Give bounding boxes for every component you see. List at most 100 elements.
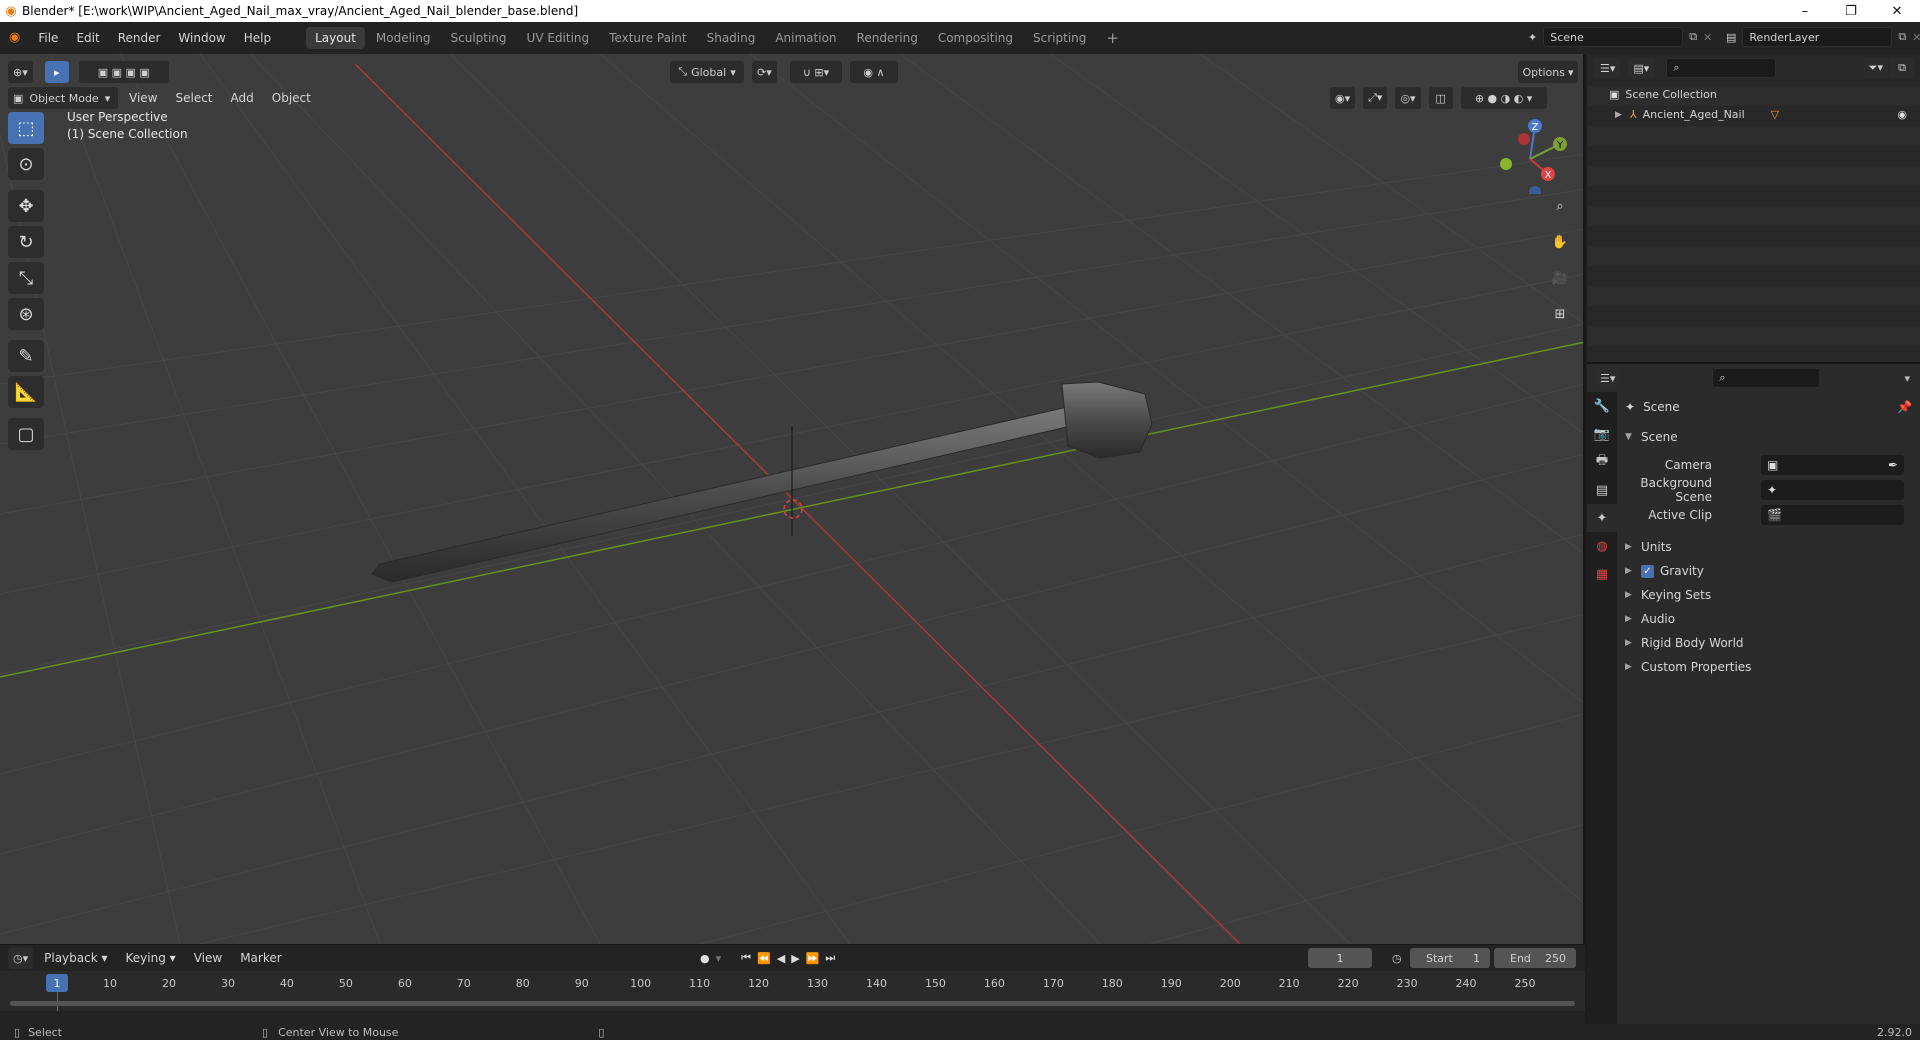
timeline-menu-playback[interactable]: Playback ▾	[35, 947, 116, 969]
ortho-grid-icon[interactable]: ⊞	[1548, 302, 1572, 326]
measure-tool-icon[interactable]: 📐	[8, 376, 44, 408]
world-tab-icon[interactable]: ◍	[1587, 532, 1617, 560]
next-keyframe-icon[interactable]: ⏩	[806, 952, 820, 965]
gizmo-toggle-icon[interactable]: ⤢▾	[1363, 87, 1388, 109]
editor-type-icon[interactable]: ⊕▾	[8, 61, 33, 83]
add-workspace-button[interactable]: +	[1097, 27, 1128, 49]
options-dropdown[interactable]: Options ▾	[1518, 61, 1578, 83]
blender-menu-icon[interactable]: ◉	[0, 27, 29, 49]
select-box-icon[interactable]: ▸	[44, 61, 69, 83]
panel-scene-header[interactable]: ▼ Scene	[1625, 426, 1912, 448]
maximize-button[interactable]: ❐	[1828, 0, 1874, 22]
camera-view-icon[interactable]: 🎥	[1548, 266, 1572, 290]
panel-rigid-body-world[interactable]: ▶ Rigid Body World	[1625, 632, 1912, 654]
move-tool-icon[interactable]: ✥	[8, 190, 44, 222]
pin-icon[interactable]: 📌	[1897, 400, 1912, 414]
pan-hand-icon[interactable]: ✋	[1548, 230, 1572, 254]
eyedropper-icon[interactable]: ✒	[1888, 458, 1898, 472]
cursor-tool-icon[interactable]: ⊙	[8, 148, 44, 180]
annotate-tool-icon[interactable]: ✎	[8, 340, 44, 372]
tab-shading[interactable]: Shading	[698, 27, 765, 49]
outliner-scene-collection[interactable]: ▣ Scene Collection	[1609, 88, 1717, 101]
tab-scripting[interactable]: Scripting	[1024, 27, 1095, 49]
xray-icon[interactable]: ◫	[1428, 87, 1453, 109]
properties-editor-type-icon[interactable]: ☰▾	[1595, 367, 1621, 389]
transform-tool-icon[interactable]: ⊛	[8, 298, 44, 330]
close-button[interactable]: ✕	[1874, 0, 1920, 22]
menu-edit[interactable]: Edit	[67, 27, 108, 49]
display-mode-icon[interactable]: ▤▾	[1628, 57, 1655, 79]
viewport-menu-select[interactable]: Select	[166, 87, 221, 109]
renderlayer-selector[interactable]: RenderLayer	[1742, 27, 1893, 47]
zoom-icon[interactable]: ⌕	[1548, 194, 1572, 218]
tab-modeling[interactable]: Modeling	[367, 27, 440, 49]
play-reverse-icon[interactable]: ◀	[777, 952, 785, 965]
panel-keying-sets[interactable]: ▶ Keying Sets	[1625, 584, 1912, 606]
camera-field[interactable]: ▣ ✒	[1761, 455, 1904, 475]
tab-uv-editing[interactable]: UV Editing	[518, 27, 599, 49]
new-scene-icon[interactable]: ⧉	[1689, 30, 1697, 44]
background-scene-field[interactable]: ✦	[1761, 480, 1904, 500]
gravity-checkbox[interactable]: ✓	[1641, 564, 1654, 578]
menu-help[interactable]: Help	[235, 27, 280, 49]
viewport-menu-object[interactable]: Object	[263, 87, 320, 109]
jump-end-icon[interactable]: ⏭	[825, 951, 835, 965]
delete-renderlayer-icon[interactable]: ✕	[1912, 31, 1920, 44]
tab-texture-paint[interactable]: Texture Paint	[600, 27, 695, 49]
outliner-search-input[interactable]: ⌕	[1666, 58, 1777, 78]
frame-cursor[interactable]: 1	[46, 974, 68, 992]
timeline-menu-view[interactable]: View	[185, 947, 231, 969]
panel-units[interactable]: ▶ Units	[1625, 536, 1912, 558]
tab-compositing[interactable]: Compositing	[929, 27, 1022, 49]
timeline-menu-marker[interactable]: Marker	[231, 947, 290, 969]
output-tab-icon[interactable]: 🖶	[1587, 448, 1617, 476]
timeline-menu-keying[interactable]: Keying ▾	[117, 947, 185, 969]
stopwatch-icon[interactable]: ◷	[1392, 952, 1402, 965]
viewport-menu-add[interactable]: Add	[222, 87, 263, 109]
active-clip-field[interactable]: 🎬	[1761, 505, 1904, 525]
menu-file[interactable]: File	[29, 27, 67, 49]
render-tab-icon[interactable]: 📷	[1587, 420, 1617, 448]
shading-mode-icons[interactable]: ⊕ ● ◑ ◐ ▾	[1460, 87, 1547, 109]
minimize-button[interactable]: –	[1782, 0, 1828, 22]
transform-orientation-dropdown[interactable]: ⤡ Global ▾	[670, 61, 744, 83]
timeline-editor-type-icon[interactable]: ◷▾	[8, 947, 34, 969]
chevron-down-icon[interactable]: ▾	[1904, 372, 1910, 385]
add-cube-tool-icon[interactable]: ▢	[8, 418, 44, 450]
visibility-eye-icon[interactable]: ◉	[1897, 108, 1907, 121]
tool-tab-icon[interactable]: 🔧	[1587, 392, 1617, 420]
expand-arrow-icon[interactable]: ▶	[1615, 110, 1622, 120]
view-layer-tab-icon[interactable]: ▤	[1587, 476, 1617, 504]
end-frame-field[interactable]: End 250	[1494, 948, 1576, 968]
tab-layout[interactable]: Layout	[306, 27, 365, 49]
visibility-icon[interactable]: ◉▾	[1330, 87, 1356, 109]
navigation-gizmo[interactable]: Z Y X	[1490, 114, 1570, 194]
overlays-icon[interactable]: ◎▾	[1395, 87, 1421, 109]
tab-rendering[interactable]: Rendering	[848, 27, 927, 49]
outliner-editor-type-icon[interactable]: ☰▾	[1595, 57, 1621, 79]
viewport-menu-view[interactable]: View	[120, 87, 166, 109]
snap-icon[interactable]: ∪ ⊞▾	[790, 61, 842, 83]
3d-viewport[interactable]: ⊕▾ ▸ ▣ ▣ ▣ ▣ ⤡ Global ▾ ⟳▾ ∪ ⊞▾ ◉ ∧ Opti…	[0, 54, 1585, 944]
prev-keyframe-icon[interactable]: ⏪	[757, 952, 771, 965]
pivot-point-icon[interactable]: ⟳▾	[752, 61, 777, 83]
rotate-tool-icon[interactable]: ↻	[8, 226, 44, 258]
record-icon[interactable]: ●	[700, 952, 710, 965]
new-renderlayer-icon[interactable]: ⧉	[1898, 30, 1906, 44]
menu-render[interactable]: Render	[109, 27, 170, 49]
outliner-item[interactable]: ▶ ⅄ Ancient_Aged_Nail ▽ ◉	[1615, 108, 1915, 121]
start-frame-field[interactable]: Start 1	[1410, 948, 1490, 968]
texture-tab-icon[interactable]: ▦	[1587, 560, 1617, 588]
current-frame-field[interactable]: 1	[1308, 948, 1372, 968]
tab-sculpting[interactable]: Sculpting	[442, 27, 516, 49]
jump-start-icon[interactable]: ⏮	[741, 951, 751, 965]
scale-tool-icon[interactable]: ⤡	[8, 262, 44, 294]
nail-object[interactable]	[371, 381, 1153, 583]
menu-window[interactable]: Window	[169, 27, 234, 49]
new-collection-icon[interactable]: ⧉	[1890, 57, 1914, 79]
mode-selector[interactable]: ▣ Object Mode ▾	[8, 87, 118, 109]
scene-tab-icon[interactable]: ✦	[1587, 504, 1617, 532]
play-icon[interactable]: ▶	[791, 952, 799, 965]
panel-custom-properties[interactable]: ▶ Custom Properties	[1625, 656, 1912, 678]
timeline-scrollbar[interactable]	[10, 1001, 1575, 1006]
